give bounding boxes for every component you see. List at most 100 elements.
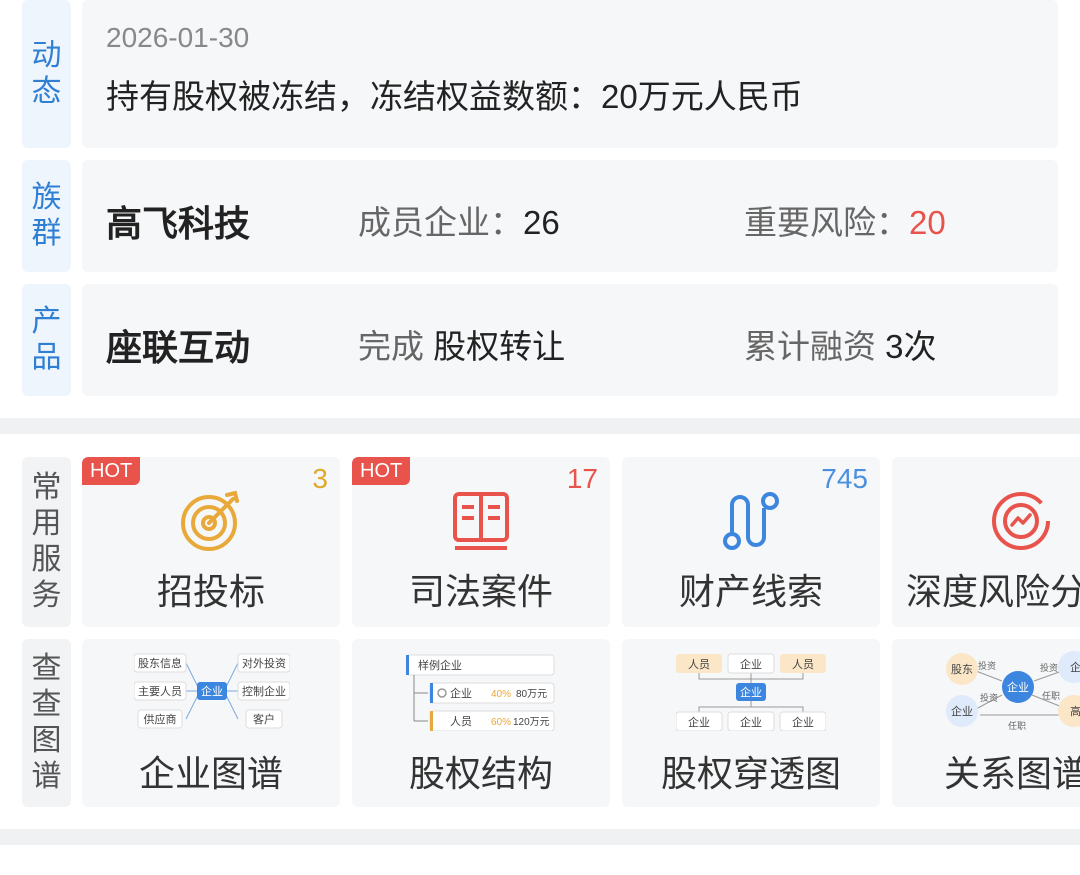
mini-r2pct: 60%: [491, 717, 511, 728]
mini-br: 客户: [253, 712, 275, 726]
company-graph-icon: 企业 股东信息 主要人员 供应商 对外投资 控制企业 客户: [134, 653, 290, 729]
service-count: 745: [821, 463, 868, 494]
mini-tr: 对外投资: [242, 656, 286, 670]
mini-mr: 控制企业: [242, 684, 286, 698]
service-bidding[interactable]: HOT 3 招投标: [82, 457, 340, 627]
mini-root: 样例企业: [418, 658, 462, 672]
group-risk-value: 20: [909, 204, 946, 241]
tab-news-char-1: 动: [31, 39, 62, 72]
product-funding: 累计融资 3次: [744, 320, 937, 368]
tab-services-char-3: 服: [31, 543, 62, 576]
tab-group-char-2: 群: [31, 217, 62, 250]
mini-b1: 企业: [688, 715, 710, 729]
path-icon: [723, 492, 779, 550]
news-text: 持有股权被冻结，冻结权益数额：20万元人民币: [106, 78, 803, 115]
graph-equity-penetration[interactable]: 人员 企业 人员 企业 企业 企业 企业 股权穿透图: [622, 639, 880, 807]
mini-center: 企业: [1007, 680, 1029, 694]
mini-t2: 企业: [740, 657, 762, 671]
graph-label: 关系图谱: [944, 753, 1080, 794]
mini-t1: 人员: [688, 658, 710, 671]
mini-e5: 任职: [1008, 720, 1026, 731]
mini-n1: 股东: [951, 663, 973, 676]
service-count: 3: [312, 463, 328, 494]
product-status-prefix: 完成: [358, 328, 424, 365]
hot-badge: HOT: [82, 457, 141, 485]
mini-tl: 股东信息: [138, 656, 182, 670]
mini-r1pct: 40%: [491, 689, 511, 700]
product-funding-label: 累计融资: [744, 328, 876, 365]
mini-bl: 供应商: [144, 712, 177, 726]
mini-b2: 企业: [740, 715, 762, 729]
service-label: 招投标: [156, 571, 265, 612]
group-members-label: 成员企业：: [358, 204, 523, 241]
hot-badge: HOT: [352, 457, 411, 485]
graph-label: 股权穿透图: [660, 753, 841, 794]
tab-product-char-2: 品: [31, 341, 62, 374]
tab-news-char-2: 态: [31, 75, 62, 108]
tab-product-char-1: 产: [31, 305, 62, 338]
mini-n3: 企业: [1070, 660, 1080, 674]
service-label: 财产线索: [678, 571, 823, 612]
mini-e1: 投资: [978, 660, 996, 671]
group-risk-label: 重要风险：: [744, 204, 909, 241]
service-count: 17: [566, 463, 598, 494]
mini-n2: 企业: [951, 704, 973, 718]
product-status-value: 股权转让: [433, 328, 566, 365]
mini-b3: 企业: [792, 715, 814, 729]
relation-graph-icon: 股东 企业 企业 企业 高 投资 投资 投资 任职 任职: [946, 651, 1080, 731]
product-funding-value: 3次: [885, 328, 937, 365]
mini-r1: 企业: [450, 686, 472, 700]
mini-ml: 主要人员: [138, 685, 182, 698]
tab-services-char-4: 务: [31, 579, 62, 612]
tab-graphs-char-4: 谱: [31, 760, 62, 793]
mini-center: 企业: [201, 684, 223, 698]
graph-relation[interactable]: 股东 企业 企业 企业 高 投资 投资 投资 任职 任职 关系图谱: [892, 639, 1080, 807]
graph-label: 股权结构: [408, 753, 553, 794]
mini-n4: 高: [1070, 704, 1080, 718]
mini-e4: 任职: [1042, 690, 1060, 701]
mini-r2: 人员: [450, 715, 472, 728]
product-card[interactable]: 座联互动 完成 股权转让 累计融资 3次: [82, 284, 1058, 396]
service-label: 深度风险分: [906, 571, 1080, 612]
product-status: 完成 股权转让: [358, 320, 565, 368]
service-judicial[interactable]: HOT 17 司法案件: [352, 457, 610, 627]
mini-r2amt: 120万元: [513, 717, 550, 728]
tab-services-char-2: 用: [31, 507, 62, 540]
mini-center: 企业: [740, 685, 762, 699]
group-risk: 重要风险：20: [744, 196, 946, 244]
group-card[interactable]: 高飞科技 成员企业：26 重要风险：20: [82, 160, 1058, 272]
tab-graphs-char-2: 查: [31, 688, 62, 721]
mini-r1amt: 80万元: [516, 689, 547, 700]
section-divider-bottom: [0, 829, 1080, 845]
equity-penetration-icon: 人员 企业 人员 企业 企业 企业 企业: [676, 653, 826, 731]
tab-services: 常 用 服 务: [22, 457, 71, 627]
tab-graphs-char-1: 查: [31, 652, 62, 685]
news-date: 2026-01-30: [106, 22, 250, 53]
group-members: 成员企业：26: [358, 196, 560, 244]
risk-scan-icon: [992, 492, 1050, 550]
news-card[interactable]: 2026-01-30 持有股权被冻结，冻结权益数额：20万元人民币: [82, 0, 1058, 148]
service-deep-risk[interactable]: 深度风险分: [892, 457, 1080, 627]
tab-product[interactable]: 产 品: [22, 284, 71, 396]
product-name: 座联互动: [106, 327, 251, 368]
tab-graphs: 查 查 图 谱: [22, 639, 71, 807]
section-divider: [0, 418, 1080, 434]
service-label: 司法案件: [408, 571, 553, 612]
mini-e3: 投资: [1040, 662, 1058, 673]
tab-news[interactable]: 动 态: [22, 0, 71, 148]
tab-graphs-char-3: 图: [31, 724, 62, 757]
target-icon: [181, 490, 239, 551]
tab-group[interactable]: 族 群: [22, 160, 71, 272]
mini-e2: 投资: [980, 692, 998, 703]
graph-equity-structure[interactable]: 样例企业 企业 40% 80万元 人员 60% 120万元 股权结构: [352, 639, 610, 807]
tab-group-char-1: 族: [31, 181, 62, 214]
tab-services-char-1: 常: [31, 471, 62, 504]
service-property[interactable]: 745 财产线索: [622, 457, 880, 627]
mini-t3: 人员: [792, 658, 814, 671]
graph-label: 企业图谱: [138, 753, 283, 794]
book-icon: [453, 492, 509, 550]
graph-company[interactable]: 企业 股东信息 主要人员 供应商 对外投资 控制企业 客户 企业图谱: [82, 639, 340, 807]
group-members-value: 26: [523, 204, 560, 241]
group-name: 高飞科技: [106, 203, 251, 244]
equity-structure-icon: 样例企业 企业 40% 80万元 人员 60% 120万元: [406, 654, 555, 731]
